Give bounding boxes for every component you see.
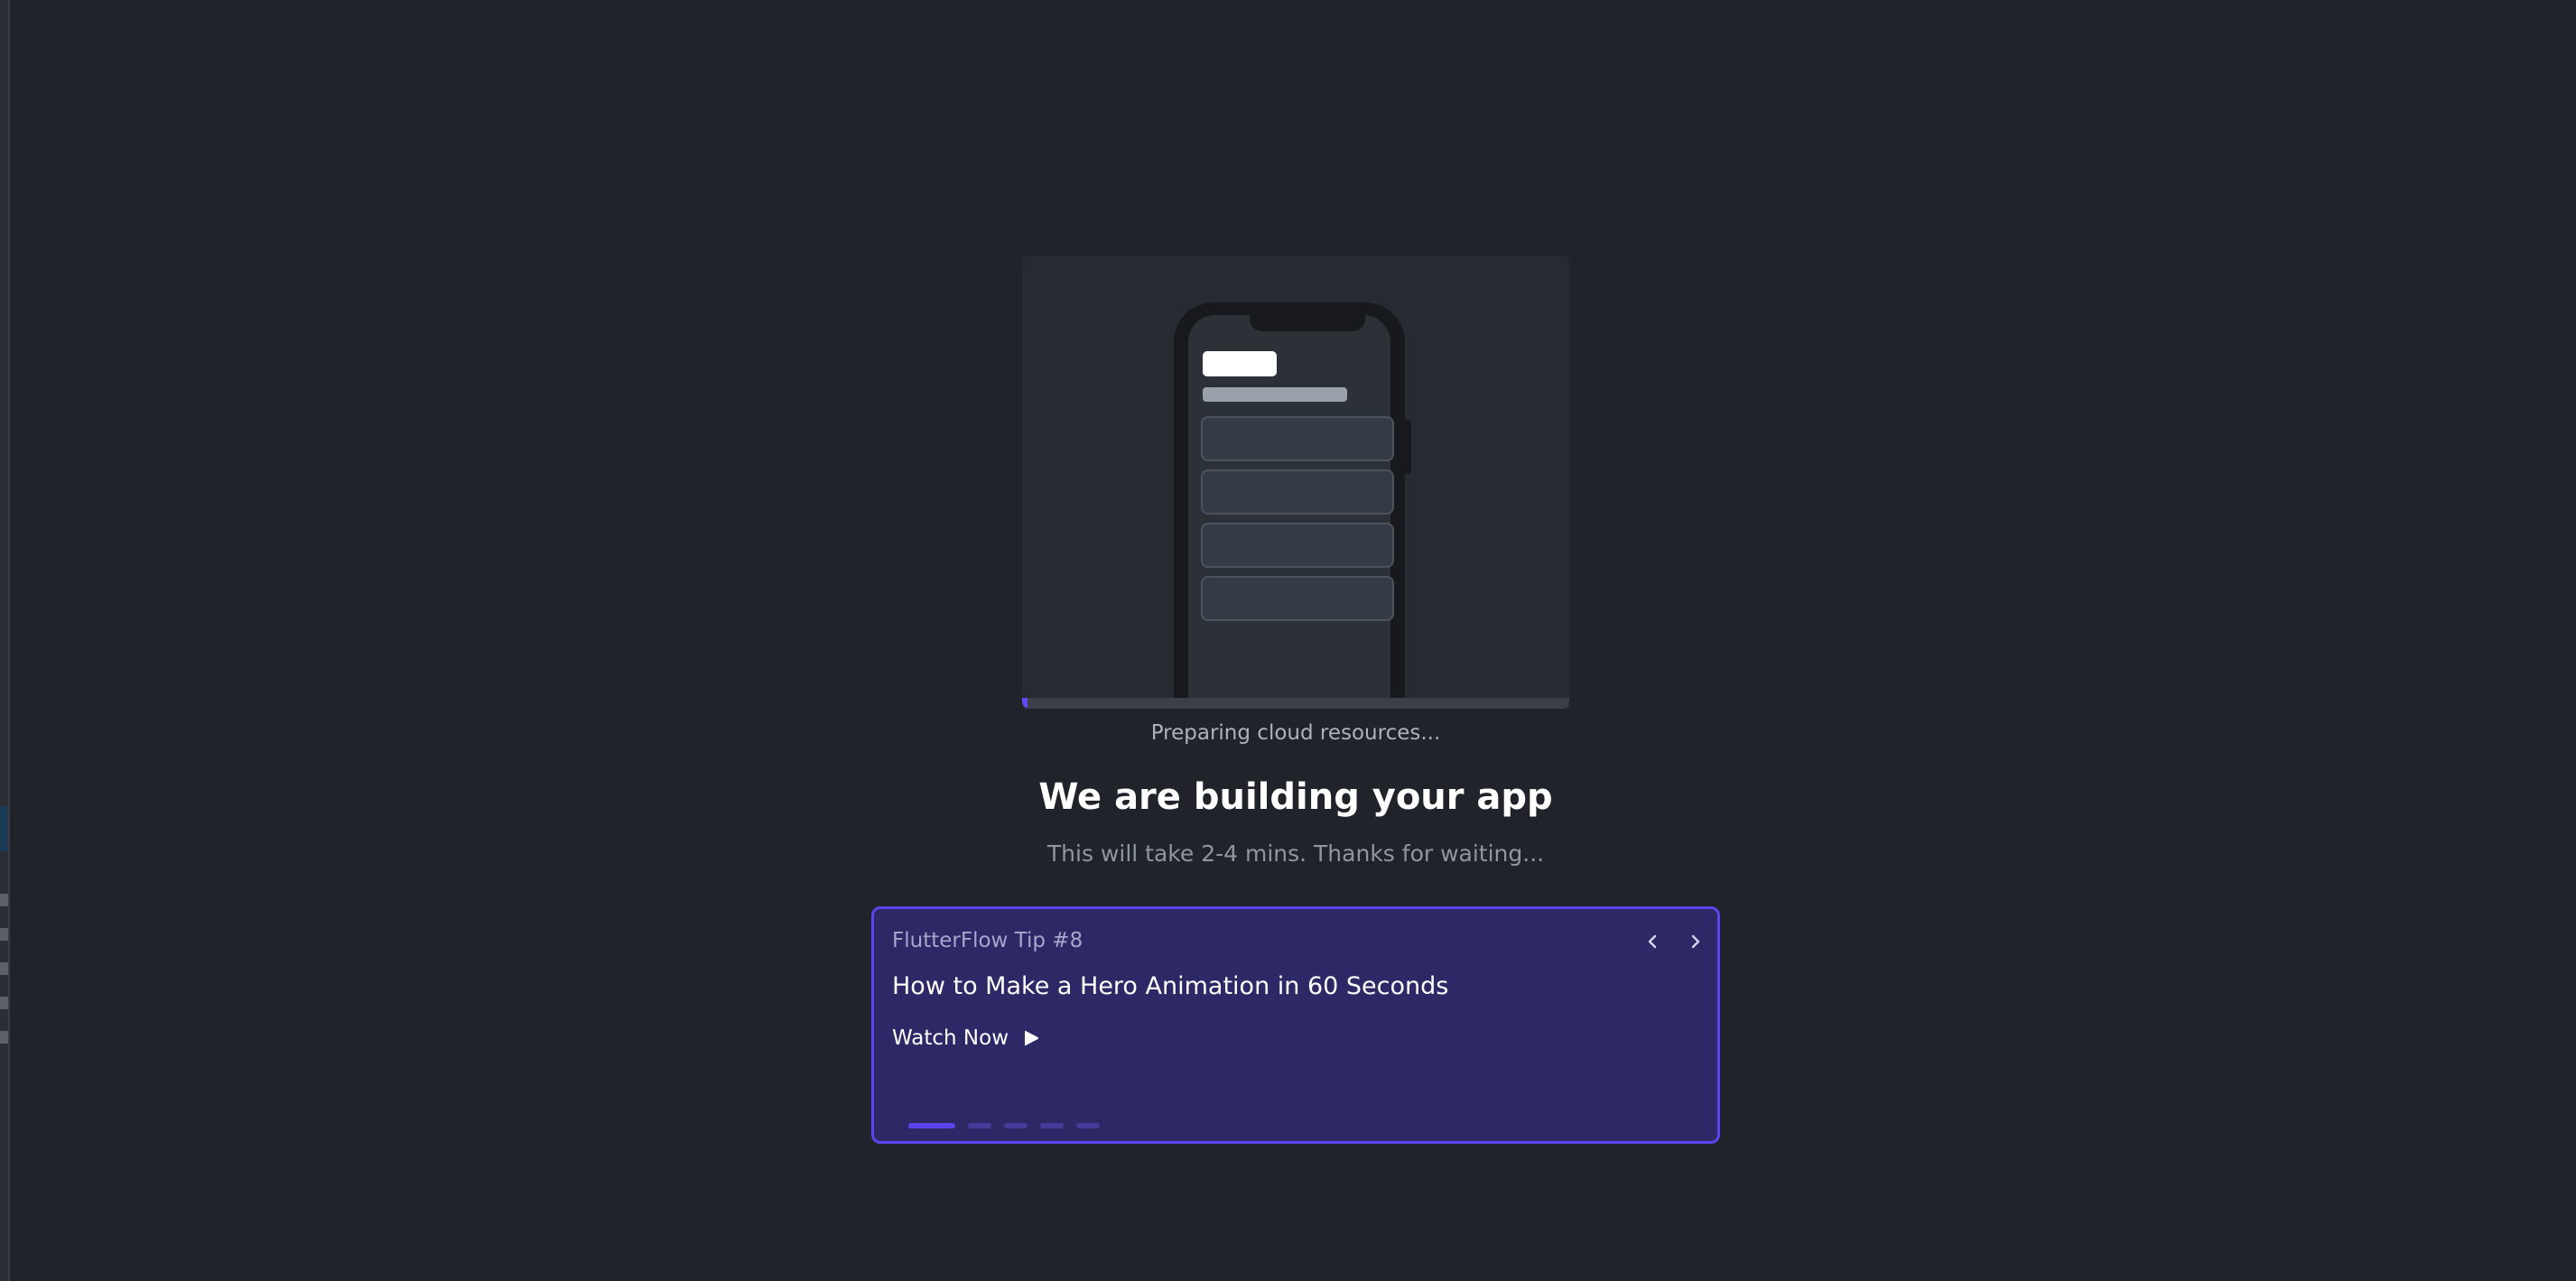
- chevron-right-icon: [1691, 934, 1700, 949]
- tip-pager-dot[interactable]: [908, 1123, 955, 1128]
- placeholder-title-block: [1203, 351, 1277, 376]
- background-window-line: [0, 1031, 8, 1044]
- background-window-edge: [0, 0, 10, 1281]
- watch-now-button[interactable]: Watch Now: [892, 1025, 1041, 1052]
- background-window-line: [0, 962, 8, 975]
- page-title: We are building your app: [1038, 776, 1553, 818]
- page-subtitle: This will take 2-4 mins. Thanks for wait…: [1046, 840, 1545, 867]
- background-window-line: [0, 928, 8, 941]
- phone-illustration: [1022, 255, 1569, 709]
- tip-pager-dot[interactable]: [1076, 1123, 1100, 1128]
- phone-notch: [1250, 315, 1365, 331]
- build-progress-page: Preparing cloud resources... We are buil…: [0, 0, 2576, 1281]
- tip-pager-dot[interactable]: [1040, 1123, 1064, 1128]
- phone-side-button: [1404, 420, 1411, 474]
- background-window-highlight: [0, 806, 8, 851]
- build-status-text: Preparing cloud resources...: [1150, 721, 1441, 745]
- placeholder-card: [1201, 523, 1394, 568]
- tip-next-button[interactable]: [1682, 929, 1707, 954]
- placeholder-card: [1201, 576, 1394, 621]
- build-progress-bar: [1022, 698, 1569, 709]
- placeholder-card: [1201, 469, 1394, 515]
- tip-previous-button[interactable]: [1641, 929, 1666, 954]
- placeholder-card: [1201, 416, 1394, 461]
- phone-screen: [1188, 315, 1394, 709]
- tip-card: FlutterFlow Tip #8 How to Make a Hero An…: [871, 906, 1720, 1144]
- play-icon: [1025, 1030, 1039, 1046]
- tip-pager-dot[interactable]: [1004, 1123, 1028, 1128]
- tip-label: FlutterFlow Tip #8: [892, 929, 1083, 952]
- tip-pager: [908, 1123, 1100, 1128]
- tip-pager-dot[interactable]: [968, 1123, 991, 1128]
- watch-now-label: Watch Now: [892, 1026, 1009, 1050]
- background-window-line: [0, 894, 8, 906]
- tip-title: How to Make a Hero Animation in 60 Secon…: [892, 972, 1449, 1000]
- placeholder-subtitle-block: [1203, 387, 1347, 402]
- background-window-line: [0, 997, 8, 1009]
- chevron-left-icon: [1648, 934, 1657, 949]
- phone-frame: [1174, 302, 1411, 709]
